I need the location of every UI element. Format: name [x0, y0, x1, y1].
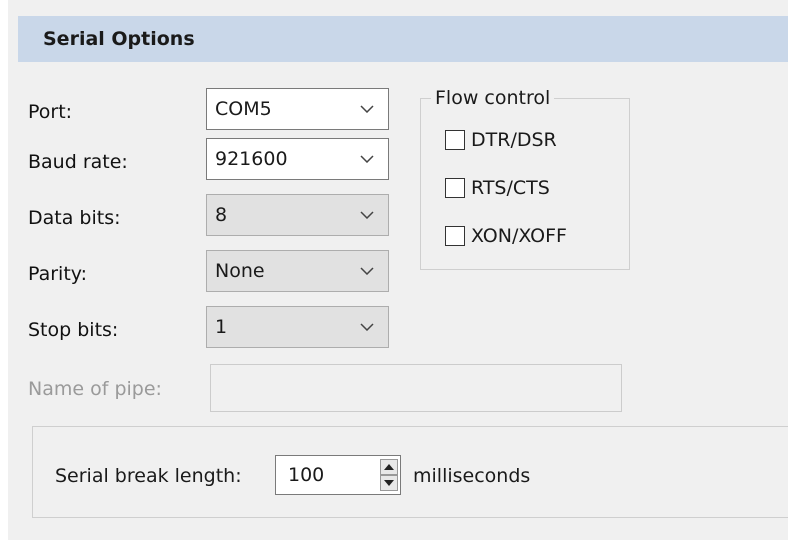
- flow-control-legend: Flow control: [431, 87, 555, 109]
- dtr-dsr-checkbox[interactable]: DTR/DSR: [445, 129, 557, 151]
- chevron-down-icon[interactable]: [360, 323, 374, 331]
- serial-break-spinner[interactable]: 100: [275, 455, 401, 495]
- data-bits-label: Data bits:: [28, 207, 121, 229]
- stop-bits-label: Stop bits:: [28, 319, 119, 341]
- port-combobox[interactable]: COM5: [206, 88, 389, 130]
- xon-xoff-checkbox[interactable]: XON/XOFF: [445, 225, 567, 247]
- parity-dropdown[interactable]: None: [206, 250, 389, 292]
- serial-break-units: milliseconds: [413, 465, 531, 487]
- rts-cts-label: RTS/CTS: [471, 177, 550, 199]
- rts-cts-checkbox[interactable]: RTS/CTS: [445, 177, 550, 199]
- spin-up-icon[interactable]: [380, 459, 398, 475]
- serial-break-group: Serial break length: 100 milliseconds: [32, 426, 788, 518]
- chevron-down-icon[interactable]: [360, 211, 374, 219]
- chevron-down-icon[interactable]: [360, 105, 374, 113]
- section-header: Serial Options: [18, 16, 788, 62]
- pipe-name-label: Name of pipe:: [28, 378, 162, 400]
- xon-xoff-label: XON/XOFF: [471, 225, 567, 247]
- parity-label: Parity:: [28, 263, 88, 285]
- pipe-name-input[interactable]: [210, 364, 622, 412]
- port-label: Port:: [28, 101, 73, 123]
- chevron-down-icon[interactable]: [360, 155, 374, 163]
- baud-rate-combobox[interactable]: 921600: [206, 138, 389, 180]
- chevron-down-icon[interactable]: [360, 267, 374, 275]
- checkbox-box[interactable]: [445, 130, 465, 150]
- spin-down-icon[interactable]: [380, 475, 398, 491]
- checkbox-box[interactable]: [445, 226, 465, 246]
- flow-control-group: Flow control DTR/DSR RTS/CTS XON/XOFF: [420, 87, 630, 270]
- serial-break-value[interactable]: 100: [288, 464, 324, 486]
- stop-bits-dropdown[interactable]: 1: [206, 306, 389, 348]
- serial-options-panel: Serial Options Port: COM5 Baud rate: 921…: [8, 0, 788, 540]
- data-bits-dropdown[interactable]: 8: [206, 194, 389, 236]
- baud-rate-label: Baud rate:: [28, 151, 128, 173]
- dtr-dsr-label: DTR/DSR: [471, 129, 557, 151]
- serial-break-label: Serial break length:: [55, 465, 242, 487]
- checkbox-box[interactable]: [445, 178, 465, 198]
